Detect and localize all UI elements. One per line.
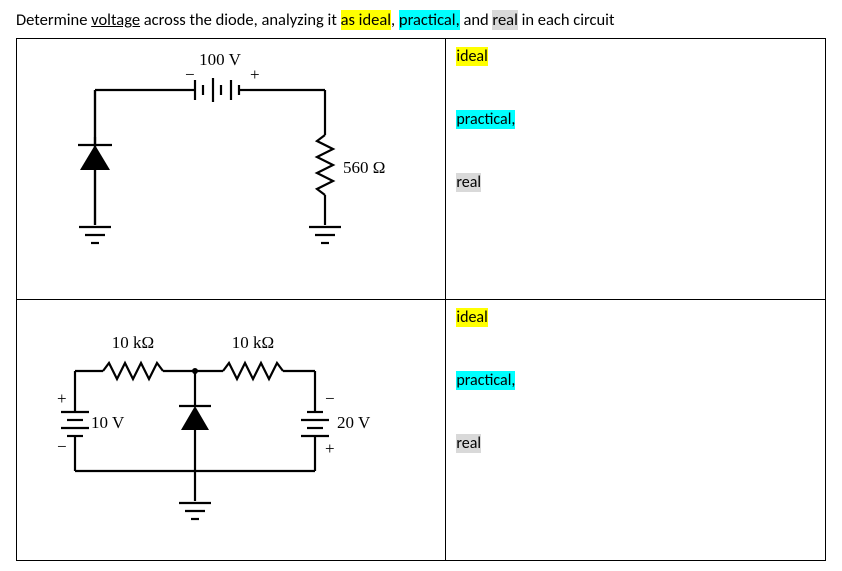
circuit-1-polarity-plus: +: [250, 65, 260, 84]
resistor-icon: [317, 135, 333, 195]
answer-ideal-label: ideal: [456, 47, 487, 66]
prompt-underlined-word: voltage: [91, 10, 140, 30]
node-dot: [192, 368, 198, 374]
diode-icon: [78, 90, 112, 225]
ground-icon: [179, 503, 211, 519]
ground-icon: [79, 227, 111, 243]
circuit-2-v1-minus: −: [57, 437, 67, 456]
battery-icon: [190, 78, 250, 102]
answer-ideal-label: ideal: [456, 308, 487, 327]
circuit-2-r2-label: 10 kΩ: [232, 333, 274, 352]
prompt-highlight-practical: practical,: [399, 10, 460, 30]
circuit-1-diagram: 100 V − + 560 Ω: [25, 45, 423, 277]
prompt-text-post: in each circuit: [518, 10, 615, 30]
circuit-2-v1-label: 10 V: [91, 413, 125, 432]
circuit-1-cell: 100 V − + 560 Ω: [17, 39, 446, 300]
circuit-2-v2-label: 20 V: [337, 413, 371, 432]
answer-real-label: real: [456, 434, 481, 453]
prompt-sep1: ,: [391, 10, 399, 30]
circuit-2-v2-plus: +: [325, 439, 335, 458]
answer-practical-label: practical,: [456, 371, 515, 390]
battery-icon: [61, 406, 89, 436]
circuit-2-diagram: 10 kΩ 10 kΩ + − 10 V: [25, 306, 423, 538]
circuit-1-polarity-minus: −: [185, 65, 195, 84]
circuit-2-cell: 10 kΩ 10 kΩ + − 10 V: [17, 300, 446, 561]
circuit-1-resistor-label: 560 Ω: [343, 158, 385, 177]
prompt-text-pre: Determine: [16, 10, 91, 30]
prompt-highlight-ideal: as ideal: [341, 10, 391, 30]
battery-icon: [301, 406, 329, 436]
circuit-2-v1-plus: +: [57, 389, 67, 408]
question-prompt: Determine voltage across the diode, anal…: [16, 10, 826, 30]
circuit-2-r1-label: 10 kΩ: [112, 333, 154, 352]
ground-icon: [309, 227, 341, 243]
prompt-sep2: and: [460, 10, 493, 30]
resistor-icon: [103, 363, 163, 379]
answer-real-label: real: [456, 173, 481, 192]
circuit-1-source-label: 100 V: [199, 50, 241, 69]
answer-practical-label: practical,: [456, 110, 515, 129]
circuit-1-answers: ideal practical, real: [446, 39, 826, 300]
diode-icon: [179, 401, 211, 436]
circuit-2-answers: ideal practical, real: [446, 300, 826, 561]
resistor-icon: [223, 363, 283, 379]
circuit-2-v2-minus: −: [325, 389, 335, 408]
prompt-highlight-real: real: [492, 10, 517, 30]
problems-table: 100 V − + 560 Ω: [16, 38, 826, 561]
prompt-text-mid1: across the diode, analyzing it: [140, 10, 341, 30]
